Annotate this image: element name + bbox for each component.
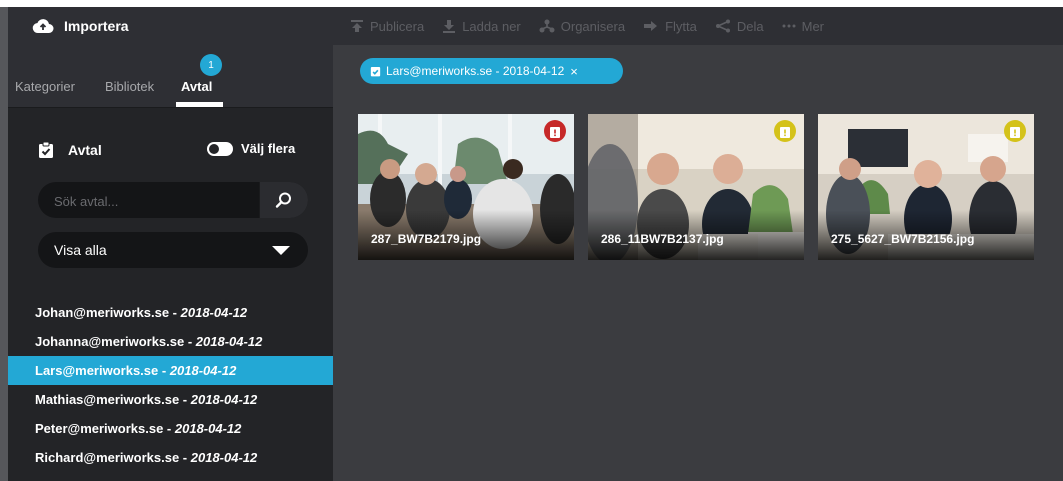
thumbnail-filename: 286_11BW7B2137.jpg	[601, 232, 724, 246]
list-item-user: Mathias@meriworks.se	[35, 392, 180, 407]
list-item-selected[interactable]: Lars@meriworks.se - 2018-04-12	[8, 356, 333, 385]
list-item-user: Johan@meriworks.se	[35, 305, 170, 320]
clipboard-alert-icon	[1010, 126, 1020, 138]
clipboard-alert-icon	[780, 126, 790, 138]
agreement-list: Johan@meriworks.se - 2018-04-12 Johanna@…	[8, 298, 333, 472]
filter-select-value: Visa alla	[54, 242, 107, 258]
app: Importera Publicera Ladda ner Organisera…	[0, 7, 1063, 481]
list-item-user: Peter@meriworks.se	[35, 421, 164, 436]
publish-button[interactable]: Publicera	[350, 19, 424, 34]
section-title-label: Avtal	[68, 142, 102, 158]
search-button[interactable]	[259, 182, 308, 218]
search-input[interactable]	[38, 182, 276, 218]
filter-select[interactable]: Visa alla	[38, 232, 308, 268]
search-box	[38, 182, 308, 218]
share-button[interactable]: Dela	[715, 19, 764, 34]
more-button[interactable]: Mer	[782, 19, 824, 34]
search-icon	[275, 192, 291, 208]
list-item-separator: -	[169, 305, 181, 320]
clipboard-check-icon	[39, 141, 53, 158]
list-item-separator: -	[179, 450, 191, 465]
more-icon	[782, 24, 796, 28]
list-item-date: 2018-04-12	[180, 305, 248, 320]
list-item[interactable]: Richard@meriworks.se - 2018-04-12	[8, 443, 333, 472]
list-item-separator: -	[184, 334, 196, 349]
organize-button[interactable]: Organisera	[539, 19, 625, 34]
list-item[interactable]: Johan@meriworks.se - 2018-04-12	[8, 298, 333, 327]
cloud-upload-icon	[32, 19, 54, 34]
share-icon	[715, 19, 730, 33]
import-button[interactable]: Importera	[8, 7, 333, 45]
active-filter-chip[interactable]: Lars@meriworks.se - 2018-04-12 ×	[360, 58, 623, 84]
status-badge	[544, 120, 566, 142]
section-title: Avtal	[38, 141, 102, 159]
sidebar-tabs: Kategorier Bibliotek Avtal 1	[8, 45, 333, 108]
list-item-date: 2018-04-12	[195, 334, 263, 349]
select-multiple-toggle[interactable]: Välj flera	[207, 141, 295, 156]
list-item-separator: -	[158, 363, 170, 378]
status-badge	[1004, 120, 1026, 142]
tab-kategorier[interactable]: Kategorier	[15, 79, 75, 94]
organize-label: Organisera	[560, 18, 626, 34]
toggle-label: Välj flera	[241, 141, 296, 156]
import-label: Importera	[64, 18, 129, 34]
list-item[interactable]: Peter@meriworks.se - 2018-04-12	[8, 414, 333, 443]
list-item-separator: -	[179, 392, 191, 407]
list-item-date: 2018-04-12	[169, 363, 237, 378]
clipboard-check-icon	[370, 67, 381, 77]
publish-label: Publicera	[370, 18, 425, 34]
clipboard-alert-icon	[550, 126, 560, 138]
more-label: Mer	[801, 18, 825, 34]
download-label: Ladda ner	[462, 18, 521, 34]
share-label: Dela	[736, 18, 764, 34]
active-tab-indicator	[176, 102, 223, 107]
list-item-user: Lars@meriworks.se	[35, 363, 159, 378]
status-badge	[774, 120, 796, 142]
image-thumbnail[interactable]: 275_5627_BW7B2156.jpg	[818, 114, 1034, 260]
list-item-date: 2018-04-12	[174, 421, 242, 436]
publish-icon	[351, 20, 363, 32]
list-item-user: Johanna@meriworks.se	[35, 334, 185, 349]
sidebar: Kategorier Bibliotek Avtal 1 Avtal Välj …	[8, 45, 333, 481]
tab-bibliotek[interactable]: Bibliotek	[105, 79, 154, 94]
toolbar: Publicera Ladda ner Organisera Flytta De…	[350, 7, 842, 45]
toggle-switch[interactable]	[207, 141, 233, 156]
organize-icon	[539, 19, 555, 33]
list-item-user: Richard@meriworks.se	[35, 450, 180, 465]
left-edge	[0, 7, 8, 481]
tab-avtal[interactable]: Avtal	[181, 79, 212, 94]
chevron-down-icon	[272, 246, 290, 255]
download-icon	[443, 20, 456, 33]
download-button[interactable]: Ladda ner	[442, 19, 521, 34]
list-item-separator: -	[163, 421, 175, 436]
move-label: Flytta	[665, 18, 697, 34]
filter-chip-label: Lars@meriworks.se - 2018-04-12	[386, 64, 565, 78]
move-button[interactable]: Flytta	[643, 19, 697, 34]
list-item[interactable]: Mathias@meriworks.se - 2018-04-12	[8, 385, 333, 414]
list-item-date: 2018-04-12	[190, 450, 258, 465]
thumbnail-filename: 275_5627_BW7B2156.jpg	[831, 232, 975, 246]
move-icon	[644, 21, 658, 31]
list-item-date: 2018-04-12	[190, 392, 258, 407]
list-item[interactable]: Johanna@meriworks.se - 2018-04-12	[8, 327, 333, 356]
thumbnail-filename: 287_BW7B2179.jpg	[371, 232, 482, 246]
tab-avtal-badge: 1	[200, 54, 222, 76]
window-top-strip	[0, 0, 1063, 7]
image-thumbnail[interactable]: 287_BW7B2179.jpg	[358, 114, 574, 260]
main-content: Lars@meriworks.se - 2018-04-12 × 287_BW7…	[333, 45, 1063, 481]
close-icon[interactable]: ×	[570, 64, 578, 79]
image-thumbnail[interactable]: 286_11BW7B2137.jpg	[588, 114, 804, 260]
